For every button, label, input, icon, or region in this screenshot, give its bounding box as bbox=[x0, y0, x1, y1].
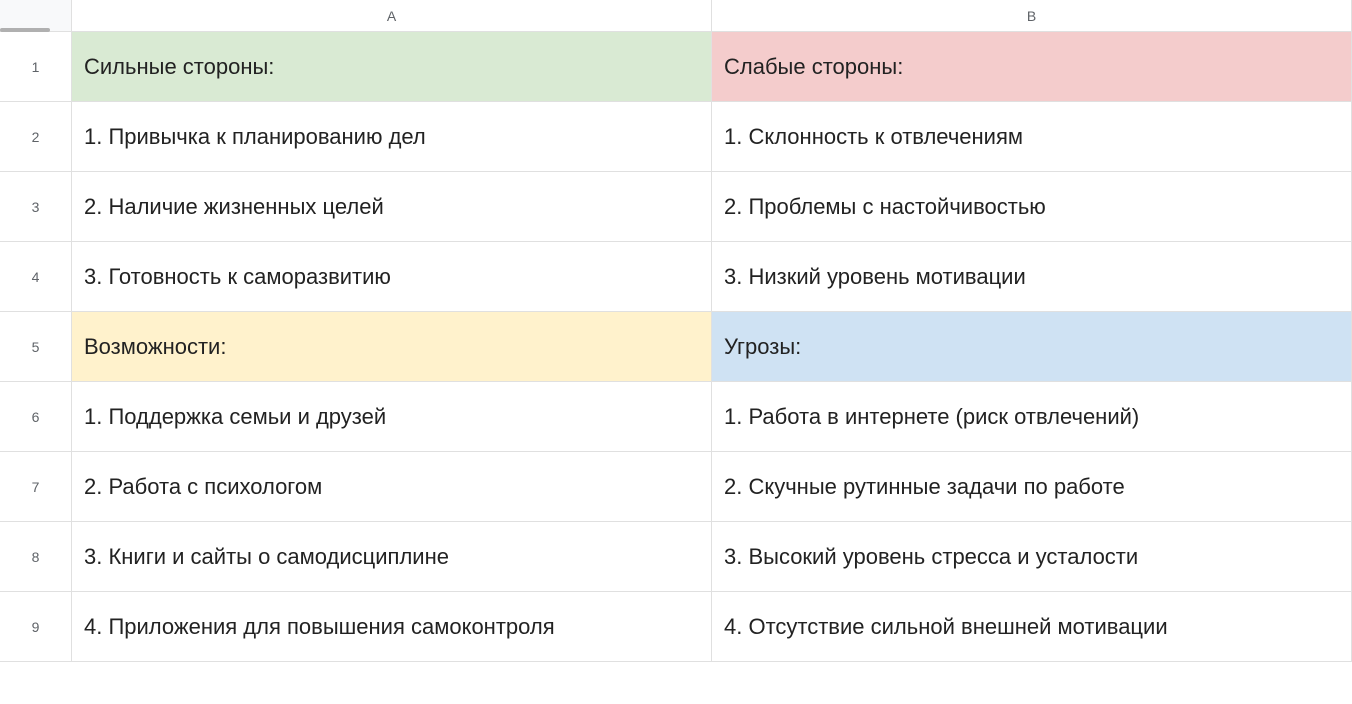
cell-a2[interactable]: 1. Привычка к планированию дел bbox=[72, 102, 712, 172]
cell-a9[interactable]: 4. Приложения для повышения самоконтроля bbox=[72, 592, 712, 662]
cell-a7[interactable]: 2. Работа с психологом bbox=[72, 452, 712, 522]
row-header-6[interactable]: 6 bbox=[0, 382, 72, 452]
cell-b3[interactable]: 2. Проблемы с настойчивостью bbox=[712, 172, 1352, 242]
column-header-b[interactable]: B bbox=[712, 0, 1352, 32]
cell-a5[interactable]: Возможности: bbox=[72, 312, 712, 382]
cell-a8[interactable]: 3. Книги и сайты о самодисциплине bbox=[72, 522, 712, 592]
cell-a3[interactable]: 2. Наличие жизненных целей bbox=[72, 172, 712, 242]
row-header-8[interactable]: 8 bbox=[0, 522, 72, 592]
cell-a4[interactable]: 3. Готовность к саморазвитию bbox=[72, 242, 712, 312]
cell-b2[interactable]: 1. Склонность к отвлечениям bbox=[712, 102, 1352, 172]
row-header-5[interactable]: 5 bbox=[0, 312, 72, 382]
row-header-4[interactable]: 4 bbox=[0, 242, 72, 312]
cell-b8[interactable]: 3. Высокий уровень стресса и усталости bbox=[712, 522, 1352, 592]
cell-b6[interactable]: 1. Работа в интернете (риск отвлечений) bbox=[712, 382, 1352, 452]
cell-b4[interactable]: 3. Низкий уровень мотивации bbox=[712, 242, 1352, 312]
cell-b7[interactable]: 2. Скучные рутинные задачи по работе bbox=[712, 452, 1352, 522]
spreadsheet-grid: A B 1 Сильные стороны: Слабые стороны: 2… bbox=[0, 0, 1352, 662]
row-header-3[interactable]: 3 bbox=[0, 172, 72, 242]
row-header-9[interactable]: 9 bbox=[0, 592, 72, 662]
select-all-corner[interactable] bbox=[0, 0, 72, 32]
cell-b5[interactable]: Угрозы: bbox=[712, 312, 1352, 382]
cell-b1[interactable]: Слабые стороны: bbox=[712, 32, 1352, 102]
cell-b9[interactable]: 4. Отсутствие сильной внешней мотивации bbox=[712, 592, 1352, 662]
row-header-7[interactable]: 7 bbox=[0, 452, 72, 522]
row-header-2[interactable]: 2 bbox=[0, 102, 72, 172]
row-header-1[interactable]: 1 bbox=[0, 32, 72, 102]
cell-a6[interactable]: 1. Поддержка семьи и друзей bbox=[72, 382, 712, 452]
column-header-a[interactable]: A bbox=[72, 0, 712, 32]
cell-a1[interactable]: Сильные стороны: bbox=[72, 32, 712, 102]
